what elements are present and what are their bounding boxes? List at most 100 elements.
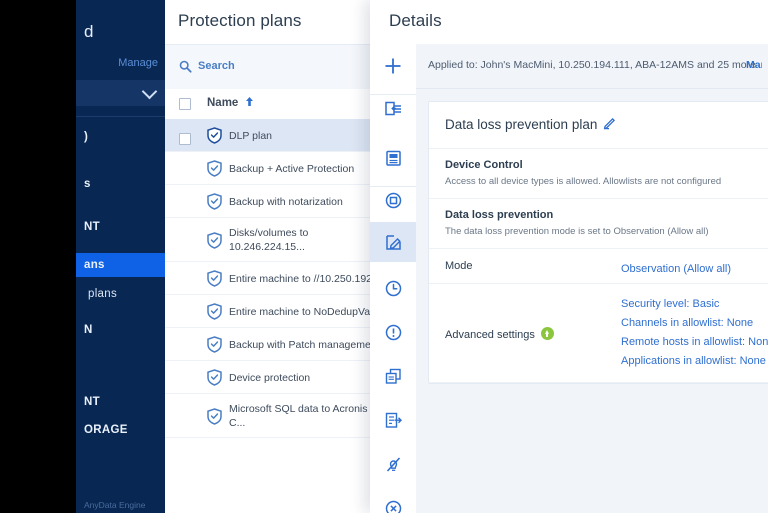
details-panel: Details Applied to: John's MacMini, 10.2… [370, 0, 768, 513]
sidebar-item-label: plans [88, 288, 117, 300]
table-row[interactable]: Microsoft SQL data to Acronis C... [165, 394, 370, 438]
plan-settings: Mode Observation (Allow all) Advanced sett… [429, 249, 768, 383]
export-icon[interactable] [370, 400, 416, 440]
shield-check-icon [207, 127, 222, 149]
setting-value[interactable]: Applications in allowlist: None [621, 352, 768, 371]
shield-check-icon [207, 231, 222, 249]
table-row[interactable]: DLP plan [165, 119, 370, 152]
sort-ascending-icon[interactable] [245, 96, 254, 107]
sidebar-brand: d [84, 22, 94, 41]
table-row[interactable]: Backup + Active Protection [165, 152, 370, 185]
sidebar-item-label: N [84, 324, 93, 336]
plan-row-label-line1: Microsoft SQL data to Acronis [229, 403, 368, 415]
select-all-checkbox[interactable] [179, 98, 191, 110]
alerts-icon[interactable] [370, 312, 416, 352]
column-header-name[interactable]: Name [207, 97, 238, 109]
applied-to-text: Applied to: John's MacMini, 10.250.194.1… [428, 59, 756, 71]
search-bar[interactable]: Search [165, 44, 370, 90]
shield-check-icon [207, 160, 222, 182]
details-action-toolbar [370, 44, 416, 513]
plus-icon[interactable] [370, 46, 416, 86]
sidebar-item-0[interactable]: ) [76, 125, 165, 149]
sidebar-item-7[interactable]: ORAGE [76, 418, 165, 442]
sidebar-item-label: s [84, 178, 91, 190]
sidebar-item-4[interactable]: plans [76, 282, 165, 306]
table-column-header: Name [165, 89, 370, 120]
delete-icon[interactable] [370, 488, 416, 513]
table-row[interactable]: Disks/volumes to 10.246.224.15... [165, 218, 370, 262]
sidebar-manage-link[interactable]: Manage [118, 57, 158, 69]
shield-check-icon [207, 369, 222, 391]
disable-icon[interactable] [370, 444, 416, 484]
row-checkbox[interactable] [179, 133, 191, 145]
plan-row-label: DLP plan [229, 129, 273, 142]
setting-key: Mode [445, 260, 473, 272]
details-title: Details [389, 11, 442, 30]
setting-values: Observation (Allow all) [621, 260, 731, 279]
detail-section-subtext: Access to all device types is allowed. A… [445, 176, 722, 187]
plan-card: Data loss prevention plan Cancel Device … [428, 101, 768, 384]
sidebar-footer-label: AnyData Engine [84, 500, 146, 510]
edit-icon[interactable] [370, 222, 416, 262]
apply-plan-icon[interactable] [370, 88, 416, 128]
sidebar-item-5[interactable]: N [76, 318, 165, 342]
setting-values: Security level: Basic Channels in allowli… [621, 295, 768, 371]
details-content: Applied to: John's MacMini, 10.250.194.1… [416, 44, 768, 513]
plan-card-header: Data loss prevention plan Cancel [429, 102, 768, 149]
detail-section-heading: Data loss prevention [445, 209, 554, 221]
plan-row-label: Device protection [229, 371, 311, 384]
shield-check-icon [207, 127, 222, 144]
manage-link[interactable]: Manage [746, 59, 762, 71]
sidebar-item-label: ORAGE [84, 424, 128, 436]
table-row[interactable]: Backup with Patch manageme [165, 328, 370, 361]
table-row[interactable]: Backup with notarization [165, 185, 370, 218]
shield-check-icon [207, 160, 222, 177]
plan-row-label-line2: 10.246.224.15... [229, 241, 305, 253]
shield-check-icon [207, 193, 222, 215]
setting-value[interactable]: Remote hosts in allowlist: None [621, 333, 768, 352]
applied-to-bar: Applied to: John's MacMini, 10.250.194.1… [416, 44, 768, 89]
schedule-icon[interactable] [370, 268, 416, 308]
sidebar-item-2[interactable]: NT [76, 215, 165, 239]
clone-icon[interactable] [370, 356, 416, 396]
setting-row: Mode Observation (Allow all) [429, 249, 768, 284]
shield-check-icon [207, 231, 222, 254]
detail-section: Data loss prevention The data loss preven… [429, 199, 768, 249]
setting-key-label: Advanced settings [445, 328, 535, 341]
search-icon [179, 60, 192, 73]
app-window: d Manage ) s NT ans plans N NT ORAGE AnyData En… [0, 0, 768, 513]
upgrade-badge-icon[interactable] [540, 326, 554, 340]
table-row[interactable]: Entire machine to NoDedupVa [165, 295, 370, 328]
sidebar-item-3[interactable]: ans [76, 253, 165, 277]
shield-check-icon [207, 270, 222, 287]
plan-row-label: Entire machine to //10.250.192 [229, 272, 370, 285]
detail-section-heading: Device Control [445, 159, 523, 171]
shield-check-icon [207, 270, 222, 292]
shield-check-icon [207, 336, 222, 353]
plan-sections: Device Control Access to all device types… [429, 149, 768, 249]
table-row[interactable]: Device protection [165, 361, 370, 394]
plan-row-label: Microsoft SQL data to Acronis C... [229, 402, 368, 430]
stop-icon[interactable] [370, 180, 416, 220]
page-title: Protection plans [178, 11, 302, 30]
setting-key: Advanced settings [445, 326, 554, 341]
shield-check-icon [207, 407, 222, 425]
setting-value[interactable]: Security level: Basic [621, 295, 768, 314]
sidebar-divider [76, 116, 165, 117]
plan-row-label: Backup with notarization [229, 195, 343, 208]
setting-value[interactable]: Channels in allowlist: None [621, 314, 768, 333]
pencil-icon[interactable] [603, 116, 617, 130]
detail-section-subtext: The data loss prevention mode is set to … [445, 226, 709, 237]
shield-check-icon [207, 303, 222, 325]
sidebar-item-6[interactable]: NT [76, 390, 165, 414]
sidebar-item-1[interactable]: s [76, 172, 165, 196]
shield-check-icon [207, 336, 222, 358]
sidebar-tenant-select[interactable] [76, 80, 165, 106]
plan-row-label: Backup + Active Protection [229, 162, 355, 175]
table-row[interactable]: Entire machine to //10.250.192 [165, 262, 370, 295]
plan-row-label: Backup with Patch manageme [229, 338, 370, 351]
protection-plans-header: Protection plans [165, 0, 370, 44]
search-input[interactable]: Search [198, 60, 235, 72]
run-backup-icon[interactable] [370, 138, 416, 178]
setting-value[interactable]: Observation (Allow all) [621, 260, 731, 279]
